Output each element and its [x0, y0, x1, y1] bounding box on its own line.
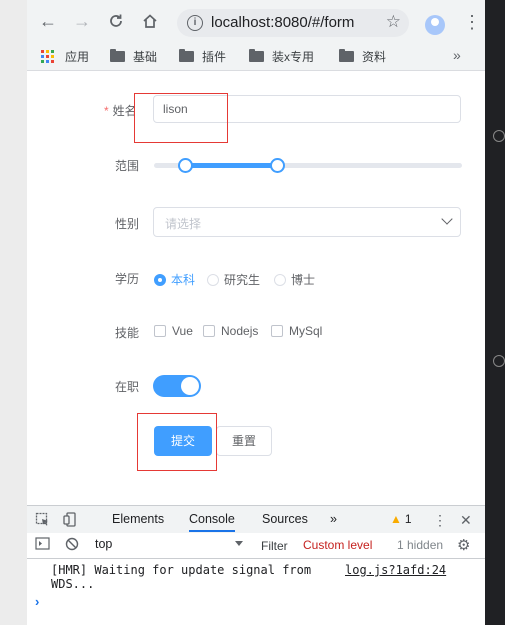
- required-asterisk: *: [104, 104, 109, 118]
- devtools-menu-icon[interactable]: ⋮: [433, 512, 447, 529]
- radio-education-phd[interactable]: 博士: [274, 271, 315, 288]
- console-output: [HMR] Waiting for update signal from WDS…: [27, 559, 485, 625]
- apps-grid-icon: [41, 50, 54, 63]
- browser-window: ← → i localhost:8080/#/form ☆ ⋮ 应用 基础 插件…: [27, 0, 485, 625]
- tab-sources[interactable]: Sources: [262, 512, 308, 526]
- sidebar-toggle-icon[interactable]: [35, 537, 50, 553]
- browser-menu-icon[interactable]: ⋮: [463, 12, 481, 33]
- radio-circle: [274, 273, 286, 286]
- bookmark-apps[interactable]: 应用: [41, 48, 89, 65]
- more-tabs-icon[interactable]: »: [330, 512, 337, 526]
- folder-icon: [110, 49, 125, 62]
- tab-elements[interactable]: Elements: [112, 512, 164, 526]
- devtools-tabbar: Elements Console Sources » ▲ 1 ⋮ ✕: [27, 505, 485, 534]
- clear-console-icon[interactable]: [65, 537, 79, 554]
- left-margin: [0, 0, 27, 625]
- checkbox-skill-nodejs[interactable]: Nodejs: [203, 324, 258, 338]
- site-info-icon[interactable]: i: [187, 15, 203, 31]
- gender-select-placeholder: 请选择: [165, 217, 202, 231]
- chevron-down-icon: [441, 213, 453, 225]
- gender-select[interactable]: 请选择: [153, 207, 461, 237]
- right-edge-panel: [485, 0, 505, 625]
- checkbox-skill-mysql[interactable]: MySql: [271, 324, 322, 338]
- tab-console[interactable]: Console: [189, 512, 235, 532]
- close-icon[interactable]: ✕: [460, 512, 472, 529]
- forward-arrow-icon[interactable]: →: [71, 10, 93, 32]
- back-arrow-icon[interactable]: ←: [37, 10, 59, 32]
- radio-circle: [154, 273, 166, 286]
- employed-label: 在职: [115, 380, 140, 394]
- log-levels-dropdown[interactable]: Custom level: [303, 538, 372, 552]
- range-slider-fill: [184, 163, 278, 168]
- range-label: 范围: [115, 159, 140, 173]
- console-prompt[interactable]: ›: [35, 594, 39, 609]
- gear-icon[interactable]: ⚙: [457, 536, 470, 554]
- filter-input[interactable]: Filter: [261, 539, 288, 553]
- checkbox-skill-vue[interactable]: Vue: [154, 324, 193, 338]
- switch-knob: [181, 377, 199, 395]
- console-filter-bar: top Filter Custom level 1 hidden ⚙: [27, 533, 485, 559]
- console-source-link[interactable]: log.js?1afd:24: [345, 563, 446, 577]
- range-slider-handle-end[interactable]: [270, 158, 286, 173]
- checkbox-box: [203, 325, 215, 337]
- checkbox-box: [154, 325, 166, 337]
- hidden-count: 1 hidden: [397, 538, 444, 552]
- radio-education-graduate[interactable]: 研究生: [207, 271, 260, 288]
- caret-down-icon: [235, 541, 243, 546]
- address-bar[interactable]: i localhost:8080/#/form ☆: [177, 9, 409, 37]
- range-slider-handle-start[interactable]: [177, 158, 193, 173]
- skills-label: 技能: [115, 326, 140, 340]
- warnings-badge[interactable]: ▲ 1: [390, 512, 412, 526]
- console-message: [HMR] Waiting for update signal from: [51, 563, 312, 577]
- inspect-element-icon[interactable]: [35, 512, 50, 530]
- bookmark-folder[interactable]: 基础: [110, 48, 157, 65]
- annotation-box: [137, 413, 217, 471]
- browser-toolbar: ← → i localhost:8080/#/form ☆ ⋮: [27, 0, 485, 42]
- education-label: 学历: [115, 272, 140, 286]
- device-toolbar-icon[interactable]: [63, 512, 78, 530]
- folder-icon: [339, 49, 354, 62]
- edge-circle-icon: [493, 355, 505, 367]
- url-text: localhost:8080/#/form: [211, 14, 355, 31]
- edge-circle-icon: [493, 130, 505, 142]
- name-label: * 姓名: [104, 104, 137, 118]
- form: * 姓名 lison 范围 性别 请选择 学历 本科 研究生 博士 技能 Vue…: [27, 71, 485, 505]
- warning-icon: ▲: [390, 512, 402, 526]
- profile-avatar[interactable]: [425, 15, 445, 35]
- employed-switch[interactable]: [153, 375, 201, 397]
- bookmarks-more-icon[interactable]: »: [453, 47, 461, 63]
- home-icon[interactable]: [139, 10, 161, 32]
- radio-circle: [207, 273, 219, 286]
- bookmark-folder[interactable]: 资料: [339, 48, 386, 65]
- reset-button[interactable]: 重置: [216, 426, 272, 456]
- annotation-box: [134, 93, 228, 143]
- radio-education-undergrad[interactable]: 本科: [154, 271, 195, 288]
- folder-icon: [249, 49, 264, 62]
- bookmarks-bar: 应用 基础 插件 装x专用 资料 »: [27, 42, 485, 71]
- bookmark-star-icon[interactable]: ☆: [386, 12, 401, 32]
- folder-icon: [179, 49, 194, 62]
- gender-label: 性别: [115, 217, 140, 231]
- context-select[interactable]: top: [95, 537, 245, 554]
- bookmark-folder[interactable]: 装x专用: [249, 48, 314, 65]
- reload-icon[interactable]: [105, 10, 127, 32]
- checkbox-box: [271, 325, 283, 337]
- bookmark-folder[interactable]: 插件: [179, 48, 226, 65]
- console-message-continued: WDS...: [51, 577, 95, 591]
